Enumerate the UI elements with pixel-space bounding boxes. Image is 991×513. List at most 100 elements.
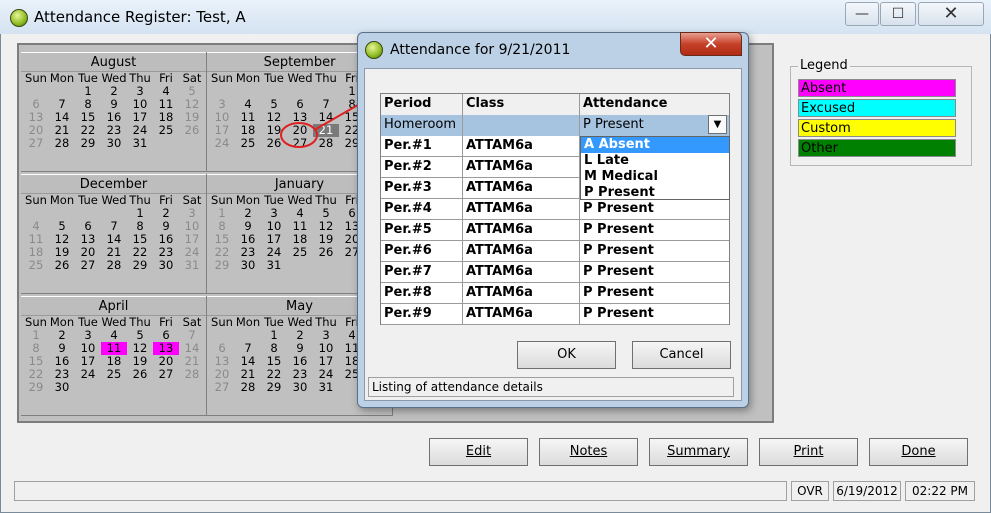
legend-custom: Custom [798, 119, 956, 137]
table-row[interactable]: Per.#5 ATTAM6a P Present [381, 220, 729, 241]
cell-attendance[interactable]: P Present [580, 199, 729, 220]
weekday-header: Sun [25, 71, 47, 85]
calendar-day[interactable]: 25 [101, 368, 127, 381]
table-row[interactable]: Per.#6 ATTAM6a P Present [381, 241, 729, 262]
calendar-day[interactable]: 30 [49, 381, 75, 394]
month-august: August Sun Mon Tue Wed Thu Fri Sat 1 2 3 4 5 6 7 8 9 10 11… [21, 52, 207, 172]
calendar-day[interactable]: 24 [75, 368, 101, 381]
month-title: December [21, 174, 206, 194]
cell-class: ATTAM6a [463, 262, 580, 283]
cell-period: Per.#4 [381, 199, 463, 220]
cell-attendance[interactable]: P Present [580, 220, 729, 241]
dialog-status-text: Listing of attendance details [368, 377, 734, 397]
calendar-day[interactable]: 25 [23, 259, 49, 272]
dialog-title: Attendance for 9/21/2011 [390, 42, 571, 58]
calendar-day[interactable]: 26 [179, 124, 205, 137]
cell-period: Per.#1 [381, 136, 463, 157]
weekday-header: Tue [78, 193, 98, 207]
ok-button[interactable]: OK [517, 341, 616, 369]
cell-class: ATTAM6a [463, 283, 580, 304]
calendar-day[interactable]: 25 [153, 124, 179, 137]
table-row[interactable]: Per.#9 ATTAM6a P Present [381, 304, 729, 325]
calendar-day[interactable]: 31 [313, 381, 339, 394]
calendar-day[interactable]: 25 [235, 137, 261, 150]
calendar-day[interactable]: 29 [127, 259, 153, 272]
calendar-day[interactable]: 28 [235, 381, 261, 394]
table-row[interactable]: Homeroom P Present [381, 115, 729, 136]
calendar-day[interactable]: 28 [101, 259, 127, 272]
calendar-day[interactable]: 30 [153, 259, 179, 272]
print-button[interactable]: Print [759, 438, 858, 466]
attendance-dropdown-chevron-down-icon[interactable]: ▼ [708, 115, 727, 134]
calendar-day[interactable]: 29 [209, 259, 235, 272]
cell-period: Per.#2 [381, 157, 463, 178]
weekday-header: Wed [101, 193, 127, 207]
notes-button[interactable]: Notes [539, 438, 638, 466]
weekday-header: Mon [49, 193, 75, 207]
calendar-day[interactable]: 27 [153, 368, 179, 381]
calendar-day[interactable]: 24 [209, 137, 235, 150]
calendar-day[interactable]: 27 [75, 259, 101, 272]
cell-class [463, 115, 580, 136]
table-row[interactable]: Per.#4 ATTAM6a P Present [381, 199, 729, 220]
calendar-day[interactable]: 29 [75, 137, 101, 150]
cell-period: Per.#8 [381, 283, 463, 304]
column-header-class[interactable]: Class [463, 94, 580, 115]
cell-attendance[interactable]: P Present [580, 262, 729, 283]
done-button[interactable]: Done [869, 438, 968, 466]
cell-attendance[interactable]: P Present [580, 241, 729, 262]
month-title: August [21, 52, 206, 72]
calendar-day[interactable]: 31 [127, 137, 153, 150]
dropdown-option-late[interactable]: L Late [581, 153, 729, 169]
calendar-day[interactable]: 28 [49, 137, 75, 150]
calendar-day[interactable]: 30 [235, 259, 261, 272]
cell-attendance[interactable]: P Present [580, 115, 729, 136]
calendar-day[interactable]: 30 [101, 137, 127, 150]
cell-class: ATTAM6a [463, 136, 580, 157]
calendar-day[interactable]: 26 [49, 259, 75, 272]
calendar-day[interactable]: 25 [287, 246, 313, 259]
calendar-day[interactable]: 29 [23, 381, 49, 394]
weekday-header: Wed [287, 71, 313, 85]
dropdown-option-absent[interactable]: A Absent [581, 137, 729, 153]
calendar-day[interactable]: 31 [261, 259, 287, 272]
month-title: April [21, 296, 206, 316]
table-row[interactable]: Per.#8 ATTAM6a P Present [381, 283, 729, 304]
cancel-button[interactable]: Cancel [632, 341, 731, 369]
weekday-header: Sun [25, 193, 47, 207]
minimize-icon[interactable]: — [845, 2, 879, 26]
weekday-header: Mon [235, 315, 261, 329]
legend-excused: Excused [798, 99, 956, 117]
weekday-header: Tue [264, 71, 284, 85]
notes-button-label: Notes [569, 444, 608, 459]
edit-button[interactable]: Edit [429, 438, 528, 466]
calendar-day[interactable]: 26 [313, 246, 339, 259]
calendar-day[interactable]: 28 [313, 137, 339, 150]
calendar-day[interactable]: 27 [23, 137, 49, 150]
weekday-header: Sun [211, 315, 233, 329]
calendar-day[interactable]: 26 [127, 368, 153, 381]
calendar-day[interactable]: 29 [261, 381, 287, 394]
cell-period: Per.#7 [381, 262, 463, 283]
calendar-day[interactable]: 27 [209, 381, 235, 394]
calendar-day[interactable]: 31 [179, 259, 205, 272]
maximize-icon[interactable]: ☐ [880, 2, 916, 26]
cell-attendance[interactable]: P Present [580, 283, 729, 304]
legend-title: Legend [798, 58, 850, 73]
close-icon[interactable]: ✕ [918, 2, 984, 26]
column-header-period[interactable]: Period [381, 94, 463, 115]
status-time: 02:22 PM [905, 481, 975, 501]
calendar-day[interactable]: 30 [287, 381, 313, 394]
calendar-day[interactable]: 27 [287, 137, 313, 150]
summary-button-label: Summary [667, 444, 730, 459]
calendar-day[interactable]: 28 [179, 368, 205, 381]
legend-absent: Absent [798, 79, 956, 97]
dialog-close-icon[interactable]: ✕ [680, 32, 742, 56]
column-header-attendance[interactable]: Attendance [580, 94, 729, 115]
dropdown-option-medical[interactable]: M Medical [581, 169, 729, 185]
calendar-day[interactable]: 26 [261, 137, 287, 150]
cell-attendance[interactable]: P Present [580, 304, 729, 325]
dropdown-option-present[interactable]: P Present [581, 185, 729, 201]
table-row[interactable]: Per.#7 ATTAM6a P Present [381, 262, 729, 283]
summary-button[interactable]: Summary [649, 438, 748, 466]
